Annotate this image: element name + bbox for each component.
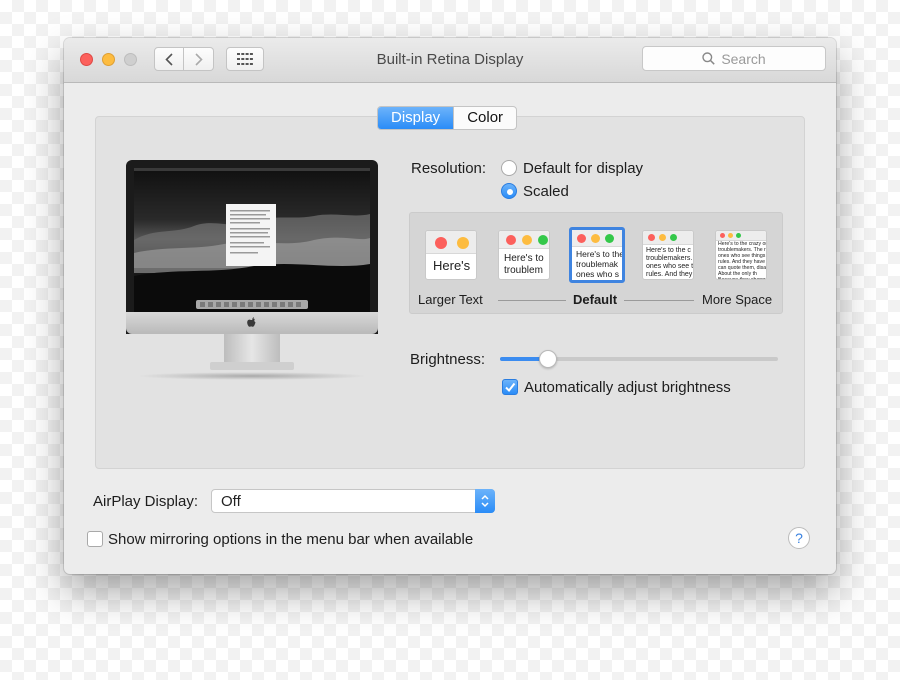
imac-screen bbox=[126, 160, 378, 334]
scale-divider-right bbox=[624, 300, 694, 301]
search-field[interactable]: Search bbox=[642, 46, 826, 71]
scale-label-default: Default bbox=[573, 292, 618, 307]
search-placeholder: Search bbox=[721, 50, 766, 67]
preferences-window: Built-in Retina Display Search Display C… bbox=[64, 38, 836, 574]
auto-brightness-checkbox[interactable] bbox=[502, 379, 518, 395]
radio-default-for-display[interactable] bbox=[501, 160, 517, 176]
scale-option-default[interactable]: Here's to the troublemak ones who s bbox=[569, 227, 625, 283]
tab-color[interactable]: Color bbox=[453, 107, 516, 129]
imac-shadow bbox=[136, 372, 368, 380]
scale-sample-4: Here's to the c troublemakers. ones who … bbox=[646, 247, 694, 279]
radio-default-for-display-label[interactable]: Default for display bbox=[523, 160, 643, 177]
scale-sample-5: Here's to the crazy ones troublemakers. … bbox=[718, 241, 767, 280]
apple-logo-icon bbox=[247, 317, 256, 327]
title-bar: Built-in Retina Display Search bbox=[64, 38, 836, 83]
scale-option-2[interactable]: Here's to troublem bbox=[498, 230, 550, 280]
radio-scaled[interactable] bbox=[501, 183, 517, 199]
radio-scaled-label[interactable]: Scaled bbox=[523, 183, 569, 200]
mirroring-label[interactable]: Show mirroring options in the menu bar w… bbox=[108, 531, 473, 548]
scale-label-more-space: More Space bbox=[702, 292, 773, 307]
scale-label-larger-text: Larger Text bbox=[418, 292, 483, 307]
scale-sample-3: Here's to the troublemak ones who s bbox=[576, 249, 624, 279]
auto-brightness-label[interactable]: Automatically adjust brightness bbox=[524, 379, 731, 396]
imac-illustration bbox=[126, 160, 378, 380]
imac-foot bbox=[210, 362, 294, 370]
scale-sample-1: Here's bbox=[433, 258, 471, 273]
scale-options: Here's Here's to troublem Here's to the … bbox=[409, 212, 783, 314]
select-arrows-icon bbox=[475, 489, 495, 513]
airplay-display-value: Off bbox=[221, 493, 241, 510]
brightness-slider-fill bbox=[500, 357, 542, 361]
scale-divider-left bbox=[498, 300, 566, 301]
scale-sample-2: Here's to troublem bbox=[504, 253, 544, 276]
tab-bar: Display Color bbox=[377, 106, 518, 130]
imac-chin bbox=[126, 312, 378, 334]
brightness-slider-knob[interactable] bbox=[539, 350, 557, 368]
airplay-label: AirPlay Display: bbox=[93, 493, 199, 510]
desktop-wallpaper bbox=[134, 168, 370, 316]
scale-option-4[interactable]: Here's to the c troublemakers. ones who … bbox=[642, 230, 694, 280]
scale-option-larger-text[interactable]: Here's bbox=[425, 230, 477, 280]
scale-option-more-space[interactable]: Here's to the crazy ones troublemakers. … bbox=[715, 230, 767, 280]
help-button[interactable]: ? bbox=[788, 527, 810, 549]
desktop-preview bbox=[134, 168, 370, 316]
search-icon bbox=[702, 52, 716, 65]
tab-display[interactable]: Display bbox=[378, 107, 454, 129]
airplay-display-select[interactable]: Off bbox=[211, 489, 495, 513]
mirroring-checkbox[interactable] bbox=[87, 531, 103, 547]
checkmark-icon bbox=[505, 382, 516, 393]
imac-stand bbox=[224, 334, 280, 364]
brightness-label: Brightness: bbox=[410, 351, 486, 368]
resolution-label: Resolution: bbox=[411, 160, 487, 177]
